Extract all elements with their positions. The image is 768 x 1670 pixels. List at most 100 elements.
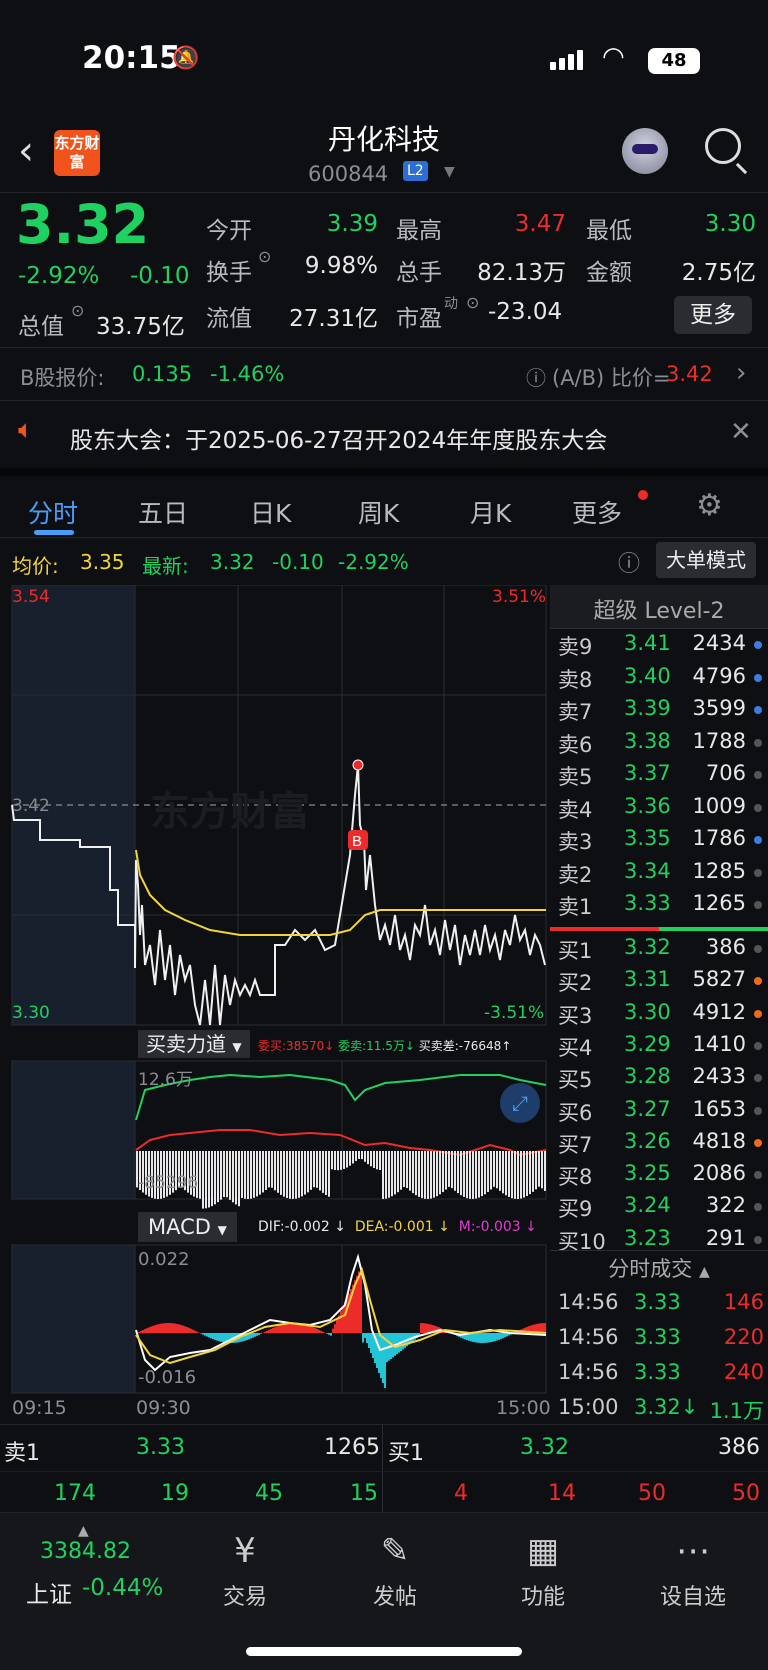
sell-level-row[interactable]: 卖7 3.39 3599 — [558, 696, 768, 726]
level-volume: 4912 — [692, 999, 746, 1024]
sell-level-row[interactable]: 卖3 3.35 1786 — [558, 826, 768, 856]
force-bar — [352, 1151, 354, 1164]
force-bar — [355, 1151, 357, 1161]
notice-bar[interactable]: 🔈︎ 股东大会：于2025-06-27召开2024年年度股东大会 ✕ — [0, 400, 768, 468]
tab-underline — [34, 530, 74, 535]
last-pct: -2.92% — [338, 550, 409, 574]
sell-level-row[interactable]: 卖5 3.37 706 — [558, 761, 768, 791]
help-icon[interactable]: ⓘ — [526, 362, 546, 391]
force-bar — [370, 1151, 372, 1167]
chevron-right-icon[interactable]: › — [736, 358, 746, 388]
change-value: -0.10 — [130, 263, 190, 289]
sell-level-row[interactable]: 卖8 3.40 4796 — [558, 664, 768, 694]
force-bar — [442, 1151, 444, 1193]
buy-level-row[interactable]: 买4 3.29 1410 — [558, 1032, 768, 1062]
buy-level-row[interactable]: 买2 3.31 5827 — [558, 967, 768, 997]
buy-level-row[interactable]: 买6 3.27 1653 — [558, 1097, 768, 1127]
dropdown-caret-icon: ▼ — [217, 1223, 227, 1237]
order-dot — [754, 1203, 762, 1212]
trade-price: 3.33 — [634, 1290, 681, 1314]
macd-bar — [424, 1323, 426, 1333]
dropdown-caret-icon[interactable]: ▼ — [444, 164, 455, 180]
buy-level-row[interactable]: 买10 3.23 291 — [558, 1226, 768, 1256]
settings-gear-icon[interactable]: ⚙ — [696, 488, 723, 523]
sell-level-row[interactable]: 卖4 3.36 1009 — [558, 794, 768, 824]
bshare-row[interactable]: B股报价: 0.135 -1.46% ⓘ (A/B) 比价= 3.42 › — [0, 347, 768, 399]
expand-icon[interactable]: ⤢ — [500, 1083, 540, 1123]
close-icon[interactable]: ✕ — [730, 417, 752, 447]
force-bar — [274, 1151, 276, 1191]
info-icon[interactable]: ⊙ — [466, 293, 479, 312]
order-dot — [754, 673, 762, 682]
high-label: 最高 — [396, 218, 442, 244]
macd-bar — [160, 1323, 162, 1333]
sell-level-row[interactable]: 卖6 3.38 1788 — [558, 729, 768, 759]
buy-level-row[interactable]: 买7 3.26 4818 — [558, 1129, 768, 1159]
order-dot — [754, 868, 762, 877]
buy-level-row[interactable]: 买1 3.32 386 — [558, 935, 768, 965]
macd-bar — [266, 1330, 268, 1333]
buy-level-row[interactable]: 买9 3.24 322 — [558, 1193, 768, 1223]
tab-trade[interactable]: ¥ 交易 — [190, 1531, 300, 1611]
l2-badge[interactable]: L2 — [403, 161, 428, 181]
macd-bar — [542, 1323, 544, 1333]
tab-add-watchlist[interactable]: ⋯ 设自选 — [638, 1531, 748, 1611]
search-icon[interactable] — [705, 128, 741, 164]
macd-bar — [480, 1333, 482, 1343]
info-icon[interactable]: ⊙ — [71, 301, 84, 320]
more-button[interactable]: 更多 — [674, 296, 752, 334]
tab-five-day[interactable]: 五日 — [138, 494, 188, 530]
macd-bar — [190, 1328, 192, 1333]
macd-bar — [492, 1333, 494, 1342]
force-bar — [496, 1151, 498, 1189]
sell-queue-2: 19 — [161, 1481, 189, 1506]
tab-intraday[interactable]: 分时 — [28, 494, 78, 530]
battery-icon: 48 — [648, 48, 700, 74]
level-label: 卖2 — [558, 862, 593, 887]
mktcap-value: 33.75亿 — [96, 314, 185, 340]
macd-bar — [382, 1333, 384, 1383]
buy-level-row[interactable]: 买5 3.28 2433 — [558, 1064, 768, 1094]
macd-bar — [154, 1325, 156, 1333]
macd-bar — [340, 1311, 342, 1333]
tab-more[interactable]: 更多 — [572, 494, 622, 530]
spread-divider — [550, 927, 768, 931]
trades-title[interactable]: 分时成交 ▲ — [550, 1253, 768, 1283]
level-volume: 1265 — [692, 891, 746, 915]
intraday-chart[interactable]: 东方财富 B 3.54 3.42 3.30 3.51% -3.51% 买卖力道 … — [0, 585, 551, 1425]
avg-label: 均价: — [12, 554, 59, 578]
indicator2-select[interactable]: MACD ▼ — [138, 1212, 237, 1242]
ab-ratio-value: 3.42 — [666, 362, 713, 386]
tab-week-k[interactable]: 周K — [358, 494, 399, 530]
indicator1-select[interactable]: 买卖力道 ▼ — [138, 1030, 250, 1058]
force-bar — [541, 1151, 543, 1189]
large-order-mode-button[interactable]: 大单模式 — [656, 542, 756, 578]
help-icon[interactable]: ⓘ — [618, 546, 640, 578]
tab-post[interactable]: ✎ 发帖 — [340, 1531, 450, 1611]
info-icon[interactable]: ⊙ — [258, 247, 271, 266]
tab-functions[interactable]: ▦ 功能 — [488, 1531, 598, 1611]
tab-day-k[interactable]: 日K — [250, 494, 291, 530]
index-ticker[interactable]: ▲ 3384.82 上证 -0.44% — [0, 1521, 175, 1621]
buy-level-row[interactable]: 买3 3.30 4912 — [558, 1000, 768, 1030]
tab-functions-label: 功能 — [520, 1585, 565, 1610]
robot-assistant-icon[interactable] — [622, 128, 668, 174]
force-bar — [205, 1151, 207, 1209]
buy-queue-1: 4 — [454, 1481, 468, 1506]
order-dot — [754, 738, 762, 747]
sell-level-row[interactable]: 卖9 3.41 2434 — [558, 631, 768, 661]
macd-bar — [274, 1327, 276, 1333]
force-bar — [436, 1151, 438, 1197]
macd-bar — [286, 1323, 288, 1333]
macd-bar — [368, 1333, 370, 1348]
tab-month-k[interactable]: 月K — [470, 494, 511, 530]
sell-queue-3: 45 — [255, 1481, 283, 1506]
sell-level-row[interactable]: 卖1 3.33 1265 — [558, 891, 768, 921]
m-value: M:-0.003 — [458, 1219, 521, 1235]
sell-level-row[interactable]: 卖2 3.34 1285 — [558, 859, 768, 889]
buy-level-row[interactable]: 买8 3.25 2086 — [558, 1161, 768, 1191]
order-dot — [754, 1171, 762, 1180]
level-volume: 2434 — [692, 631, 746, 655]
force-bar — [418, 1151, 420, 1197]
macd-bar — [360, 1267, 362, 1333]
